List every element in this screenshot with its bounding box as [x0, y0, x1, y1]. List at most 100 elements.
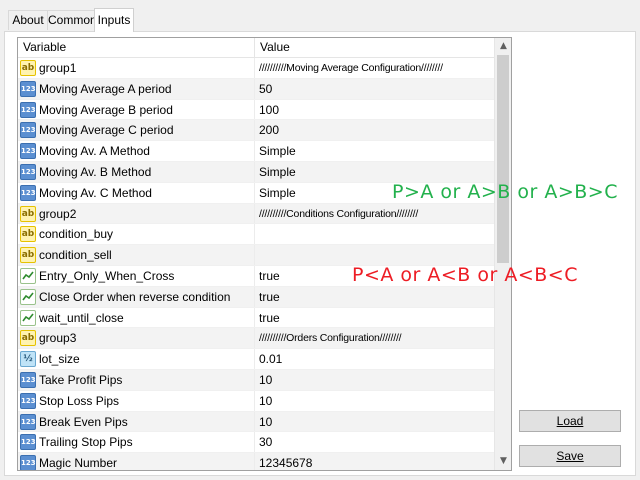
table-row[interactable]: 123 Moving Av. B Method Simple	[18, 161, 494, 183]
table-row[interactable]: 123 Take Profit Pips 10	[18, 369, 494, 391]
integer-type-icon: 123	[20, 413, 36, 430]
integer-type-icon: 123	[20, 80, 36, 97]
table-row[interactable]: 123 Break Even Pips 10	[18, 411, 494, 433]
table-row[interactable]: wait_until_close true	[18, 307, 494, 329]
variable-name: wait_until_close	[39, 310, 124, 325]
cell-divider	[254, 245, 255, 265]
buy-condition-annotation: P>A or A>B or A>B>C	[392, 181, 618, 203]
variable-name: Entry_Only_When_Cross	[39, 268, 175, 283]
variable-name: Break Even Pips	[39, 414, 128, 429]
cell-divider	[254, 182, 255, 203]
variable-value[interactable]: 100	[259, 100, 493, 120]
cell-divider	[254, 432, 255, 453]
variable-name: Moving Av. C Method	[39, 185, 152, 200]
variable-value[interactable]: 10	[259, 412, 493, 432]
column-header-value[interactable]: Value	[255, 38, 493, 58]
cell-divider	[254, 203, 255, 224]
tab-bar: About Common Inputs	[0, 0, 640, 34]
string-type-icon: ab	[20, 330, 36, 347]
variable-name: Moving Average C period	[39, 123, 174, 138]
variable-name: Magic Number	[39, 456, 118, 471]
cell-divider	[254, 161, 255, 182]
variable-name: Trailing Stop Pips	[39, 435, 133, 450]
table-row[interactable]: 123 Moving Average B period 100	[18, 99, 494, 121]
cell-divider	[254, 286, 255, 307]
table-row[interactable]: ab group1 //////////Moving Average Configu…	[18, 58, 494, 79]
variable-value[interactable]: 200	[259, 120, 493, 140]
cell-divider	[254, 349, 255, 369]
table-row[interactable]: Close Order when reverse condition true	[18, 286, 494, 308]
tab-about[interactable]: About	[8, 10, 48, 30]
table-row[interactable]: 123 Magic Number 12345678	[18, 453, 494, 471]
load-button[interactable]: Load	[519, 410, 621, 432]
save-button[interactable]: Save	[519, 445, 621, 467]
table-row[interactable]: ab condition_sell	[18, 245, 494, 266]
table-row[interactable]: ab group3 //////////Orders Configuration//…	[18, 328, 494, 350]
variable-value[interactable]: 10	[259, 391, 493, 411]
integer-type-icon: 123	[20, 101, 36, 118]
variable-value[interactable]: Simple	[259, 162, 493, 182]
variable-name: Moving Av. A Method	[39, 144, 150, 159]
table-row[interactable]: 123 Stop Loss Pips 10	[18, 390, 494, 412]
scroll-down-icon[interactable]: ▼	[495, 453, 511, 470]
cell-divider	[254, 328, 255, 349]
table-row[interactable]: 123 Moving Average A period 50	[18, 78, 494, 100]
cell-divider	[254, 453, 255, 470]
tab-inputs[interactable]: Inputs	[94, 8, 134, 32]
grid-header: Variable Value	[18, 38, 494, 58]
string-type-icon: ab	[20, 60, 36, 76]
variable-name: group3	[39, 331, 77, 346]
inputs-grid: Variable Value ab group1//////////Moving …	[17, 37, 512, 471]
variable-value[interactable]: //////////Orders Configuration////////	[259, 328, 493, 348]
cell-divider	[254, 141, 255, 161]
variable-value[interactable]: 10	[259, 370, 493, 390]
boolean-type-icon	[20, 288, 36, 305]
variable-value[interactable]: 30	[259, 432, 493, 452]
variable-value[interactable]: 50	[259, 79, 493, 99]
scroll-up-icon[interactable]: ▲	[495, 38, 511, 55]
sell-condition-annotation: P<A or A<B or A<B<C	[352, 264, 578, 286]
variable-value[interactable]: 12345678	[259, 453, 493, 470]
cell-divider	[254, 120, 255, 141]
integer-type-icon: 123	[20, 163, 36, 180]
table-row[interactable]: 123 Moving Average C period 200	[18, 120, 494, 142]
variable-name: condition_buy	[39, 227, 114, 242]
vertical-scrollbar[interactable]: ▲ ▼	[494, 38, 511, 470]
variable-name: Close Order when reverse condition	[39, 289, 231, 304]
variable-name: Moving Average A period	[39, 81, 172, 96]
double-type-icon: ½	[20, 351, 36, 368]
cell-divider	[254, 78, 255, 99]
integer-type-icon: 123	[20, 122, 36, 139]
string-type-icon: ab	[20, 205, 36, 222]
tab-common[interactable]: Common	[47, 10, 97, 30]
variable-value[interactable]: 0.01	[259, 349, 493, 369]
cell-divider	[254, 307, 255, 328]
table-row[interactable]: 123 Trailing Stop Pips 30	[18, 432, 494, 454]
string-type-icon: ab	[20, 226, 36, 243]
variable-value[interactable]: true	[259, 287, 493, 307]
inputs-panel: Variable Value ab group1//////////Moving …	[4, 31, 636, 476]
variable-value[interactable]: true	[259, 308, 493, 328]
variable-name: Moving Av. B Method	[39, 164, 152, 179]
column-header-variable[interactable]: Variable	[18, 38, 254, 58]
boolean-type-icon	[20, 267, 36, 284]
variable-name: group1	[39, 61, 77, 75]
cell-divider	[254, 265, 255, 286]
integer-type-icon: 123	[20, 143, 36, 160]
boolean-type-icon	[20, 309, 36, 326]
cell-divider	[254, 369, 255, 390]
table-row[interactable]: ab condition_buy	[18, 224, 494, 246]
scroll-thumb[interactable]	[497, 55, 509, 263]
variable-name: group2	[39, 206, 77, 221]
table-row[interactable]: 123 Moving Av. A Method Simple	[18, 141, 494, 162]
variable-value[interactable]: Simple	[259, 141, 493, 161]
variable-value[interactable]: //////////Conditions Configuration//////…	[259, 204, 493, 224]
cell-divider	[254, 390, 255, 411]
cell-divider	[254, 224, 255, 245]
variable-value[interactable]: //////////Moving Average Configuration//…	[259, 58, 493, 78]
variable-name: Take Profit Pips	[39, 372, 123, 387]
integer-type-icon: 123	[20, 392, 36, 409]
expert-properties-dialog: About Common Inputs Variable Value ab gro…	[0, 0, 640, 480]
table-row[interactable]: ½ lot_size 0.01	[18, 349, 494, 370]
table-row[interactable]: ab group2 //////////Conditions Configurati…	[18, 203, 494, 225]
